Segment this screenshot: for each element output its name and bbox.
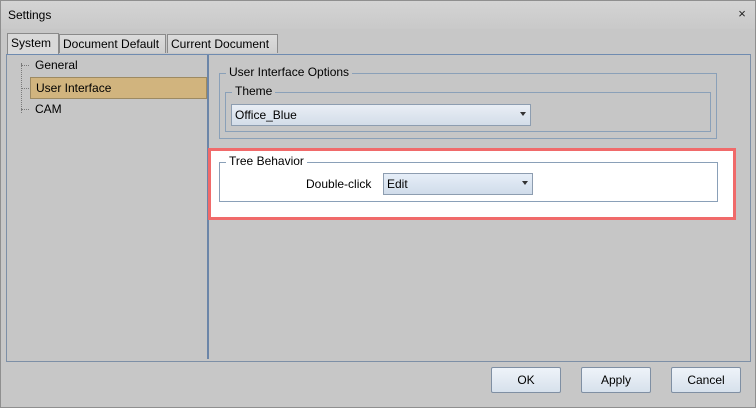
tree-item-label: General — [35, 58, 78, 72]
title-bar[interactable]: Settings × — [1, 1, 755, 29]
tree-item-label: User Interface — [36, 81, 112, 95]
window-title: Settings — [8, 8, 52, 22]
tree-connector-line — [21, 65, 29, 66]
tree-item-general[interactable]: General — [21, 55, 180, 77]
tree-connector-line — [21, 109, 29, 110]
tree-behavior-title: Tree Behavior — [226, 154, 307, 168]
theme-group: Theme Office_Blue — [225, 84, 711, 132]
tree-behavior-highlight: Tree Behavior Double-click Edit — [208, 148, 736, 220]
tab-system[interactable]: System — [7, 33, 59, 54]
double-click-select-value: Edit — [387, 177, 408, 191]
tree-item-cam[interactable]: CAM — [21, 99, 180, 121]
ui-options-title: User Interface Options — [226, 65, 353, 79]
chevron-down-icon — [520, 112, 526, 116]
tree-connector-line — [21, 88, 29, 89]
theme-title: Theme — [232, 84, 276, 98]
theme-select-value: Office_Blue — [235, 108, 297, 122]
chevron-down-icon — [522, 181, 528, 185]
settings-tree: General User Interface CAM — [7, 55, 209, 359]
ui-options-group: User Interface Options Theme Office_Blue — [219, 65, 717, 139]
tab-current-document[interactable]: Current Document — [167, 34, 278, 53]
ok-button[interactable]: OK — [491, 367, 561, 393]
tree-behavior-group: Tree Behavior Double-click Edit — [219, 154, 718, 202]
close-icon[interactable]: × — [735, 6, 749, 22]
apply-button[interactable]: Apply — [581, 367, 651, 393]
double-click-label: Double-click — [306, 177, 372, 191]
cancel-button[interactable]: Cancel — [671, 367, 741, 393]
tree-item-label: CAM — [35, 102, 62, 116]
tree-item-user-interface[interactable]: User Interface — [21, 77, 207, 99]
settings-window: Settings × System Document Default Curre… — [0, 0, 756, 408]
double-click-select[interactable]: Edit — [383, 173, 533, 195]
tab-document-default[interactable]: Document Default — [59, 34, 166, 53]
theme-select[interactable]: Office_Blue — [231, 104, 531, 126]
